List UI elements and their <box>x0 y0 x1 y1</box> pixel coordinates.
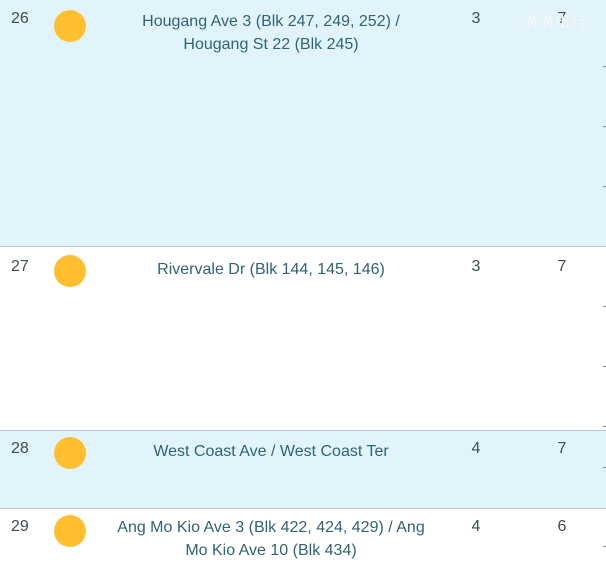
count-cell-a: 4 <box>471 518 481 535</box>
location-cell: Rivervale Dr (Blk 144, 145, 146) <box>157 261 385 278</box>
count-cell-a: 3 <box>471 258 481 275</box>
row-number: 26 <box>11 10 29 27</box>
results-table: 26 Hougang Ave 3 (Blk 247, 249, 252) / H… <box>0 0 606 579</box>
count-cell-a: 3 <box>471 10 481 27</box>
table-row: 29 Ang Mo Kio Ave 3 (Blk 422, 424, 429) … <box>0 509 606 579</box>
table-row: 28 West Coast Ave / West Coast Ter 4 7 <box>0 431 606 509</box>
status-dot-icon <box>54 515 86 547</box>
count-cell-a: 4 <box>471 440 481 457</box>
status-dot-icon <box>54 255 86 287</box>
row-number: 28 <box>11 440 29 457</box>
count-cell-b: 6 <box>557 518 567 535</box>
location-cell: Ang Mo Kio Ave 3 (Blk 422, 424, 429) / A… <box>117 519 425 559</box>
count-cell-b: 7 <box>557 258 567 275</box>
count-cell-b: 7 <box>557 440 567 457</box>
row-number: 27 <box>11 258 29 275</box>
status-dot-icon <box>54 10 86 42</box>
watermark-logo: 滴滴出行 <box>523 14 588 31</box>
row-number: 29 <box>11 518 29 535</box>
table-row: 26 Hougang Ave 3 (Blk 247, 249, 252) / H… <box>0 0 606 247</box>
table-row: 27 Rivervale Dr (Blk 144, 145, 146) 3 7 <box>0 247 606 431</box>
location-cell: Hougang Ave 3 (Blk 247, 249, 252) / Houg… <box>142 13 400 53</box>
location-cell: West Coast Ave / West Coast Ter <box>153 443 389 460</box>
status-dot-icon <box>54 437 86 469</box>
